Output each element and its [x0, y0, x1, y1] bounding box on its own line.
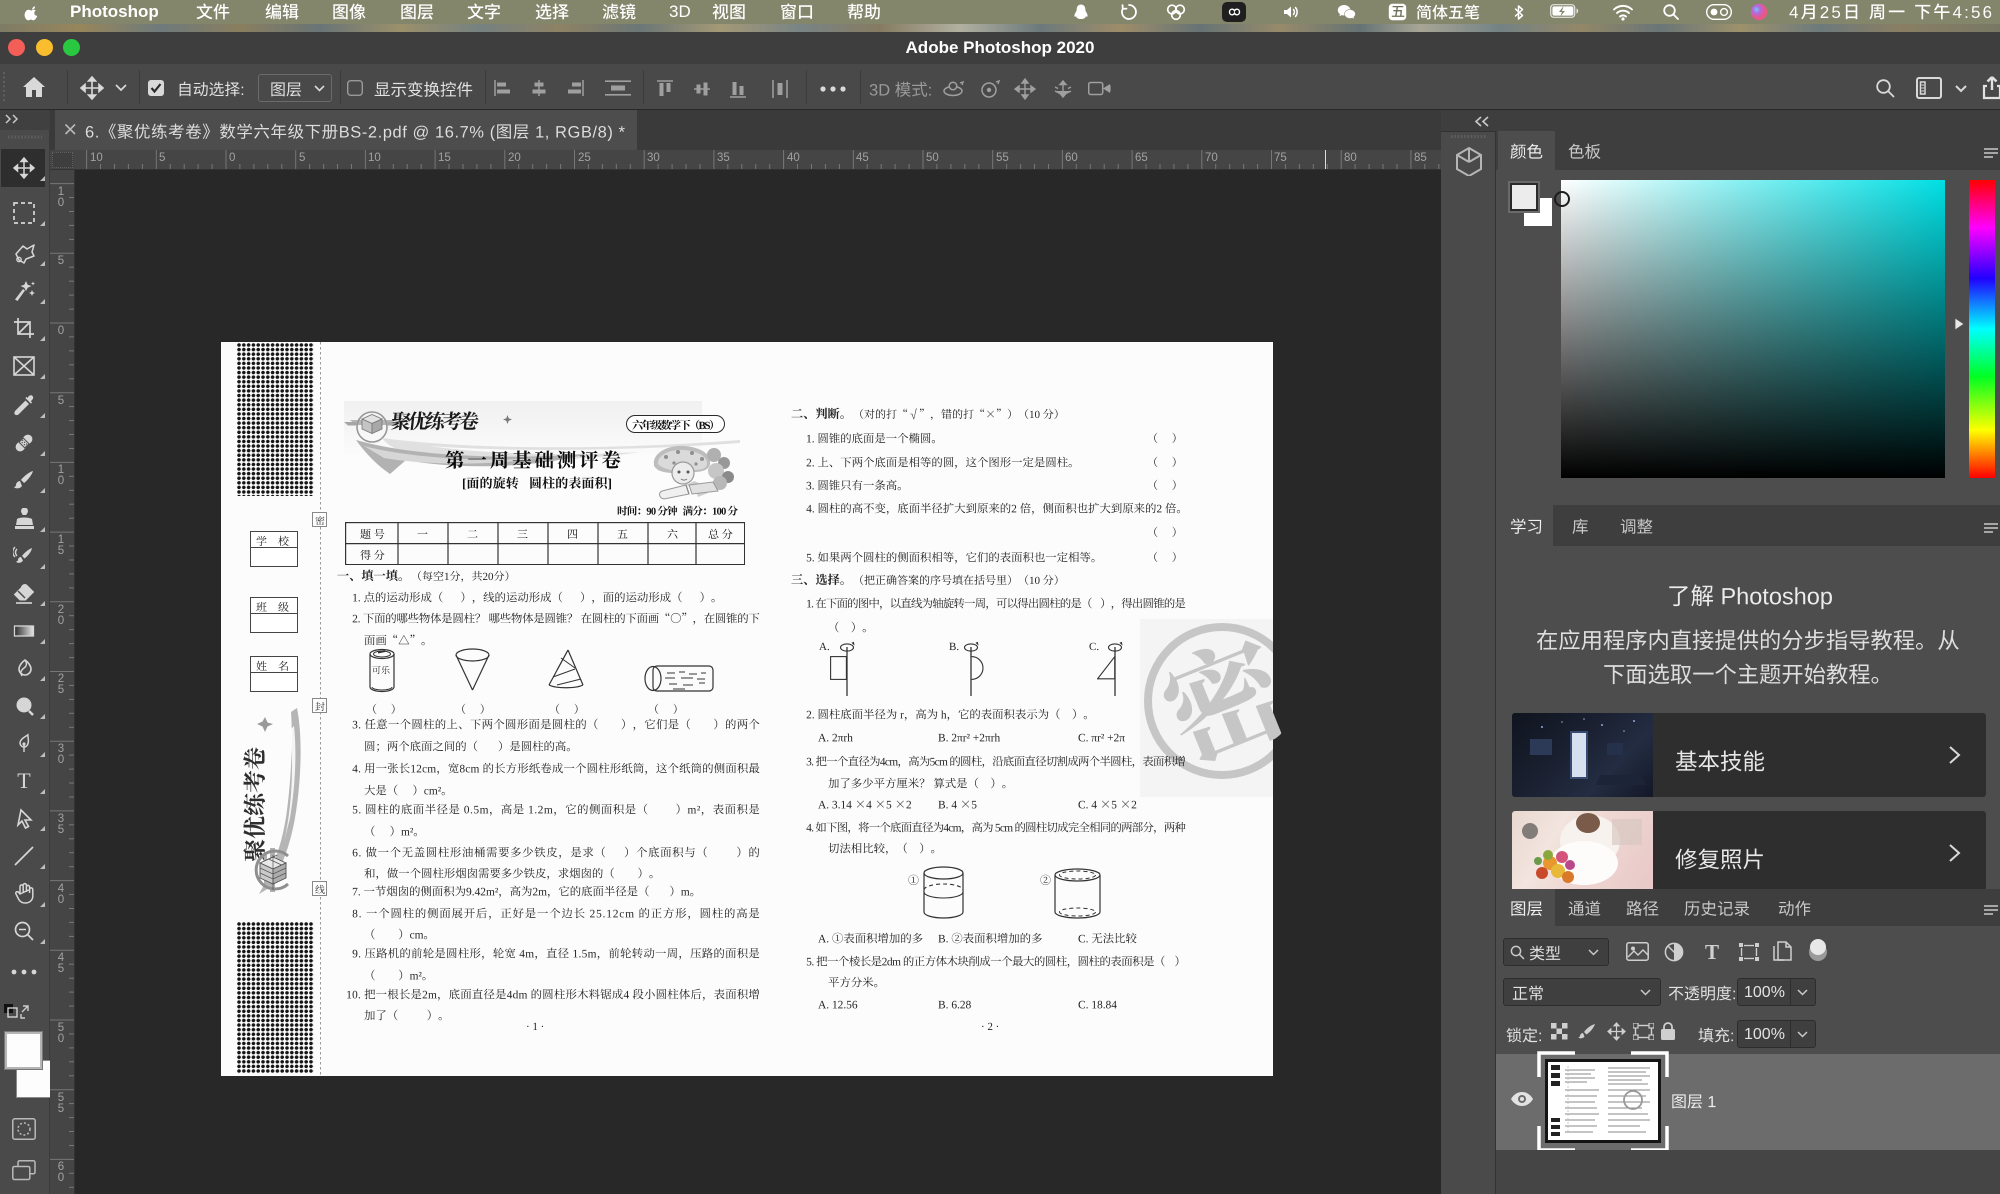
svg-text:T: T [17, 770, 31, 792]
